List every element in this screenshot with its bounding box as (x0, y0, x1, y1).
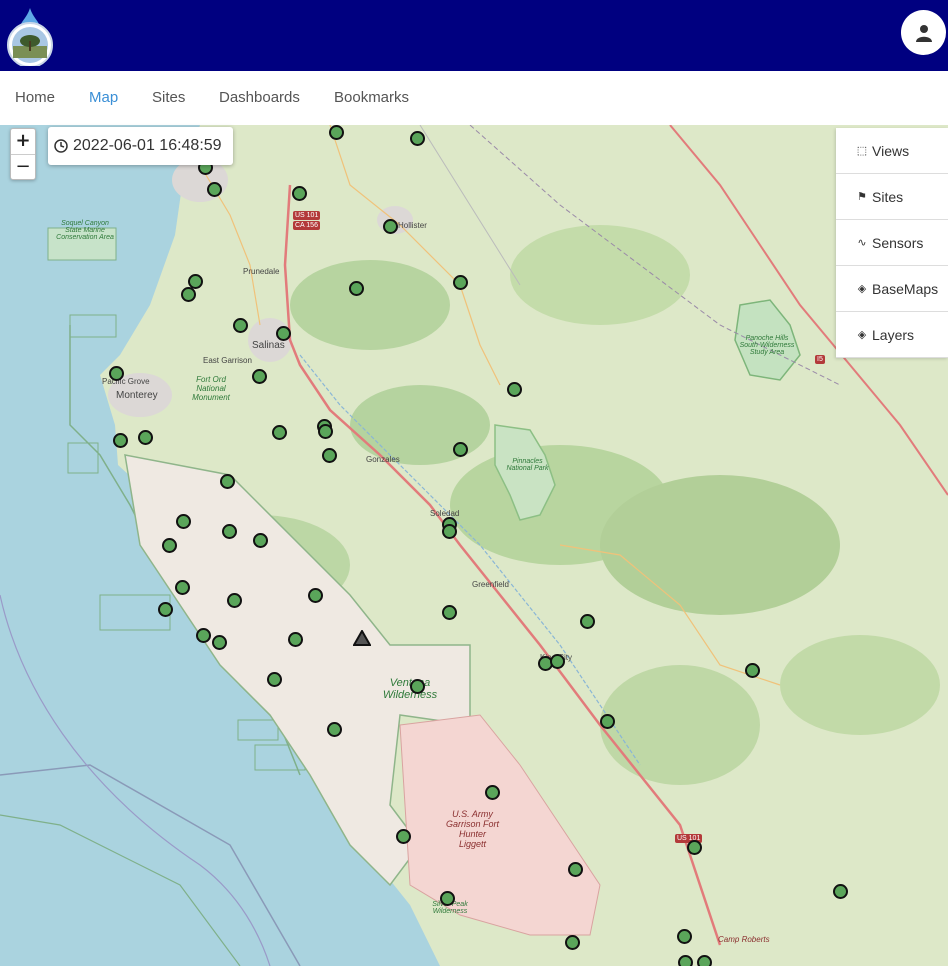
label-pinnacles: Pinnacles National Park (506, 458, 549, 472)
main-nav: Home Map Sites Dashboards Bookmarks (0, 71, 948, 125)
label-greenfield: Greenfield (472, 580, 509, 589)
site-marker[interactable] (221, 523, 237, 539)
site-marker[interactable] (219, 473, 235, 489)
site-marker[interactable] (696, 954, 712, 966)
site-marker[interactable] (326, 721, 342, 737)
site-marker[interactable] (395, 828, 411, 844)
site-marker[interactable] (232, 317, 248, 333)
map-canvas[interactable]: Salinas Monterey Pacific Grove East Garr… (0, 125, 948, 966)
site-marker[interactable] (441, 523, 457, 539)
zoom-in-button[interactable]: + (11, 129, 35, 154)
site-marker[interactable] (137, 429, 153, 445)
site-marker[interactable] (195, 627, 211, 643)
site-marker[interactable] (484, 784, 500, 800)
label-prunedale: Prunedale (243, 267, 280, 276)
site-marker[interactable] (452, 441, 468, 457)
panel-views[interactable]: ⬚ Views (836, 128, 948, 174)
us101-shield: US 101 (293, 211, 321, 220)
site-marker[interactable] (328, 125, 344, 140)
site-marker[interactable] (252, 532, 268, 548)
label-soquel: Soquel Canyon State Marine Conservation … (56, 220, 114, 241)
pulse-icon: ∿ (857, 237, 867, 249)
site-marker[interactable] (599, 713, 615, 729)
flag-icon: ⚑ (857, 191, 867, 203)
site-marker[interactable] (108, 365, 124, 381)
layers-icon: ◈ (857, 329, 867, 341)
site-marker[interactable] (211, 634, 227, 650)
site-marker[interactable] (676, 928, 692, 944)
zoom-control: + − (10, 128, 36, 180)
nav-dashboards[interactable]: Dashboards (219, 89, 300, 106)
site-marker[interactable] (579, 613, 595, 629)
site-marker[interactable] (266, 671, 282, 687)
site-marker[interactable] (157, 601, 173, 617)
site-marker[interactable] (161, 537, 177, 553)
i5-shield: I5 (815, 355, 825, 364)
nav-map[interactable]: Map (89, 89, 118, 106)
site-marker[interactable] (291, 185, 307, 201)
panel-basemaps[interactable]: ◈ BaseMaps (836, 266, 948, 312)
site-marker[interactable] (180, 286, 196, 302)
site-marker[interactable] (275, 325, 291, 341)
site-marker[interactable] (112, 432, 128, 448)
layers-icon: ◈ (857, 283, 867, 295)
site-marker[interactable] (174, 579, 190, 595)
label-camp-roberts: Camp Roberts (718, 935, 770, 944)
site-marker[interactable] (832, 883, 848, 899)
site-marker[interactable] (206, 181, 222, 197)
nav-home[interactable]: Home (15, 89, 55, 106)
site-marker[interactable] (564, 934, 580, 950)
site-marker[interactable] (348, 280, 364, 296)
panel-sites[interactable]: ⚑ Sites (836, 174, 948, 220)
label-east-garrison: East Garrison (203, 356, 252, 365)
nav-bookmarks[interactable]: Bookmarks (334, 89, 409, 106)
site-marker[interactable] (439, 890, 455, 906)
panel-sensors[interactable]: ∿ Sensors (836, 220, 948, 266)
site-marker[interactable] (317, 423, 333, 439)
zoom-out-button[interactable]: − (11, 154, 35, 179)
site-marker[interactable] (226, 592, 242, 608)
site-marker[interactable] (271, 424, 287, 440)
label-pacific-grove: Pacific Grove (102, 377, 150, 386)
site-marker[interactable] (744, 662, 760, 678)
panel-layers[interactable]: ◈ Layers (836, 312, 948, 358)
site-marker[interactable] (686, 839, 702, 855)
clock-icon (54, 139, 68, 153)
label-salinas: Salinas (252, 340, 285, 351)
site-marker[interactable] (251, 368, 267, 384)
user-icon (915, 24, 932, 42)
water-drop-logo-icon[interactable] (5, 8, 55, 68)
site-marker[interactable] (567, 861, 583, 877)
nav-sites[interactable]: Sites (152, 89, 185, 106)
timestamp-box[interactable]: 2022-06-01 16:48:59 (48, 127, 233, 165)
label-soledad: Soledad (430, 509, 460, 518)
top-header (0, 0, 948, 71)
label-hollister: Hollister (398, 221, 427, 230)
site-marker[interactable] (409, 130, 425, 146)
site-marker[interactable] (307, 587, 323, 603)
timestamp-text: 2022-06-01 16:48:59 (73, 137, 222, 154)
user-menu-button[interactable] (901, 10, 946, 55)
site-marker[interactable] (321, 447, 337, 463)
triangle-marker-icon[interactable] (353, 630, 371, 646)
site-marker[interactable] (382, 218, 398, 234)
site-marker[interactable] (287, 631, 303, 647)
site-marker[interactable] (441, 604, 457, 620)
map-side-panel: ⬚ Views ⚑ Sites ∿ Sensors ◈ BaseMaps ◈ L… (836, 128, 948, 358)
label-fort-ord: Fort Ord National Monument (192, 375, 230, 402)
site-marker[interactable] (677, 954, 693, 966)
label-fort-hunter: U.S. Army Garrison Fort Hunter Liggett (445, 809, 499, 849)
site-marker[interactable] (452, 274, 468, 290)
label-panoche: Panoche Hills South Wilderness Study Are… (739, 335, 795, 356)
label-monterey: Monterey (116, 390, 158, 401)
square-dashed-icon: ⬚ (856, 145, 868, 157)
label-gonzales: Gonzales (366, 455, 400, 464)
site-marker[interactable] (549, 653, 565, 669)
site-marker[interactable] (506, 381, 522, 397)
ca156-shield: CA 156 (293, 221, 320, 230)
site-marker[interactable] (409, 678, 425, 694)
site-marker[interactable] (175, 513, 191, 529)
